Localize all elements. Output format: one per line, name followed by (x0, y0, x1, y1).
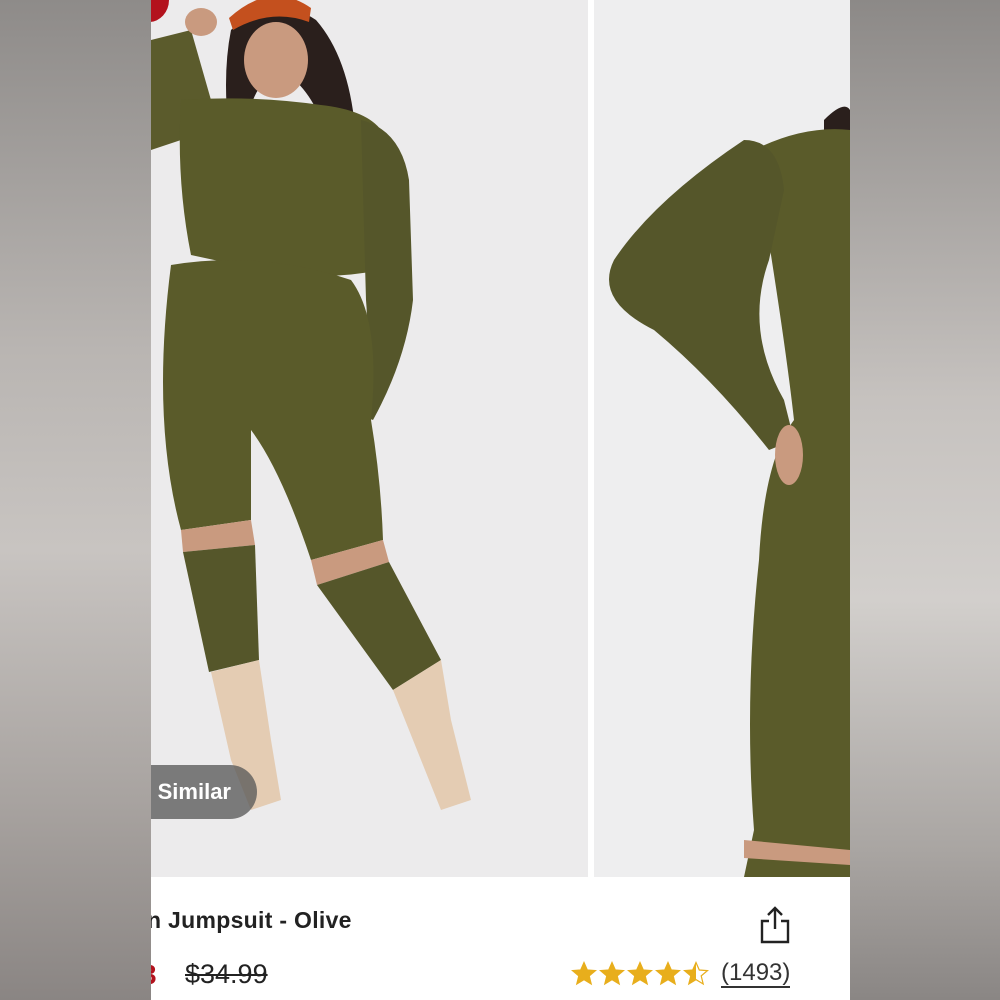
star-icon (627, 961, 653, 986)
share-icon[interactable] (759, 905, 791, 945)
sale-price: 3 (151, 959, 157, 991)
product-screen: Similar n Jumpsuit - Olive $34.99 (1493) (151, 0, 850, 1000)
review-count-link[interactable]: (1493) (721, 960, 791, 988)
blurred-background-left (0, 0, 151, 1000)
star-icon (683, 961, 709, 986)
blurred-background-right (850, 0, 1000, 1000)
star-icon (571, 961, 597, 986)
model-front-illustration (151, 0, 588, 877)
original-price: $34.99 (185, 959, 268, 989)
rating-stars[interactable] (571, 961, 709, 987)
product-photo-front[interactable]: Similar (151, 0, 588, 877)
similar-button[interactable]: Similar (151, 765, 257, 819)
product-image-gallery[interactable]: Similar (151, 0, 850, 877)
star-icon (655, 961, 681, 986)
product-photo-side[interactable] (594, 0, 850, 877)
similar-button-label: Similar (157, 779, 231, 804)
product-info-panel: n Jumpsuit - Olive 3 $34.99 (1493) (151, 877, 850, 1000)
product-title: n Jumpsuit - Olive (151, 907, 352, 933)
star-icon (599, 961, 625, 986)
model-side-illustration (594, 0, 850, 877)
